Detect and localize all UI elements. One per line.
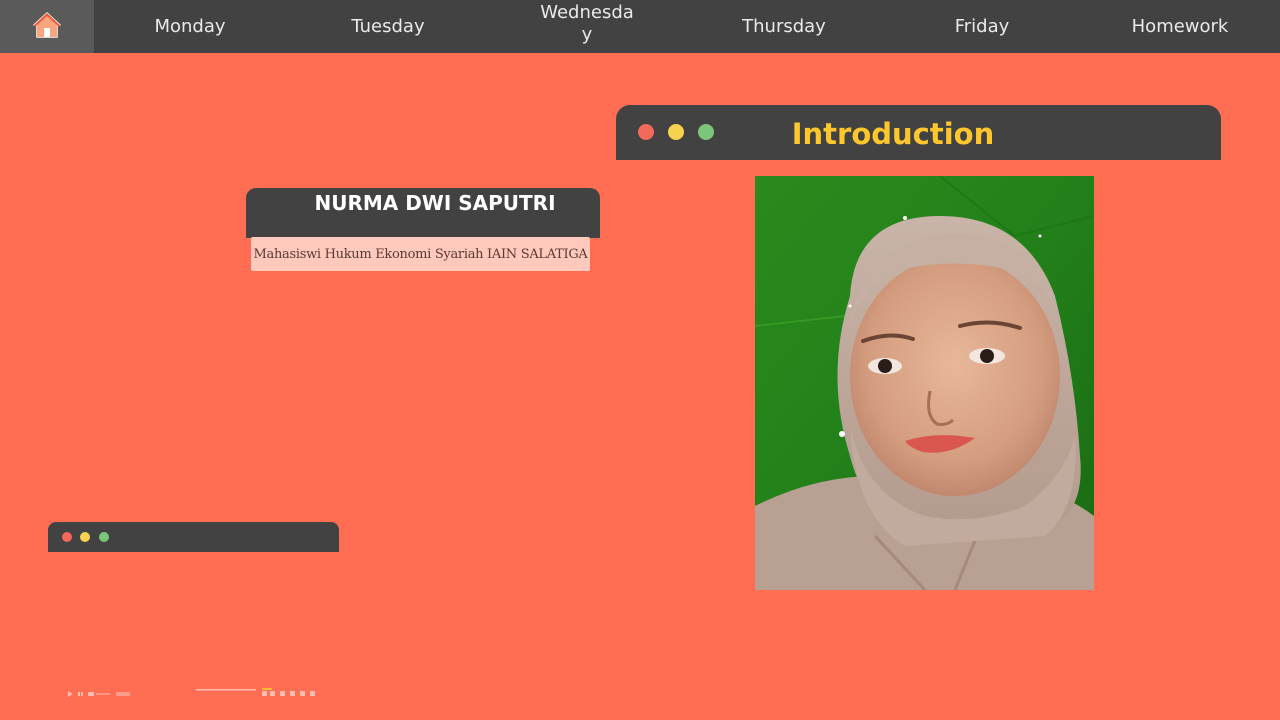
slide-canvas: Monday Tuesday Wednesday Thursday Friday… [0,0,1280,720]
tab-thursday[interactable]: Thursday [729,0,839,53]
tab-tuesday[interactable]: Tuesday [333,0,443,53]
tab-monday[interactable]: Monday [135,0,245,53]
red-dot-icon [62,532,72,542]
yellow-dot-icon [80,532,90,542]
profile-name: NURMA DWI SAPUTRI [314,191,556,215]
small-window-bar [48,522,339,552]
intro-title: Introduction [791,117,995,151]
tab-friday[interactable]: Friday [927,0,1037,53]
green-dot-icon [99,532,109,542]
red-dot-icon [638,124,654,140]
portrait-photo [755,176,1094,590]
yellow-dot-icon [668,124,684,140]
mini-player-controls[interactable] [66,685,326,697]
play-icon [68,691,73,697]
home-icon [32,11,62,43]
tab-wednesday[interactable]: Wednesday [537,0,637,53]
green-dot-icon [698,124,714,140]
top-navigation-bar: Monday Tuesday Wednesday Thursday Friday… [0,0,1280,53]
home-button[interactable] [0,0,94,53]
profile-subtitle: Mahasiswi Hukum Ekonomi Syariah IAIN SAL… [251,237,590,271]
tab-homework[interactable]: Homework [1125,0,1235,53]
